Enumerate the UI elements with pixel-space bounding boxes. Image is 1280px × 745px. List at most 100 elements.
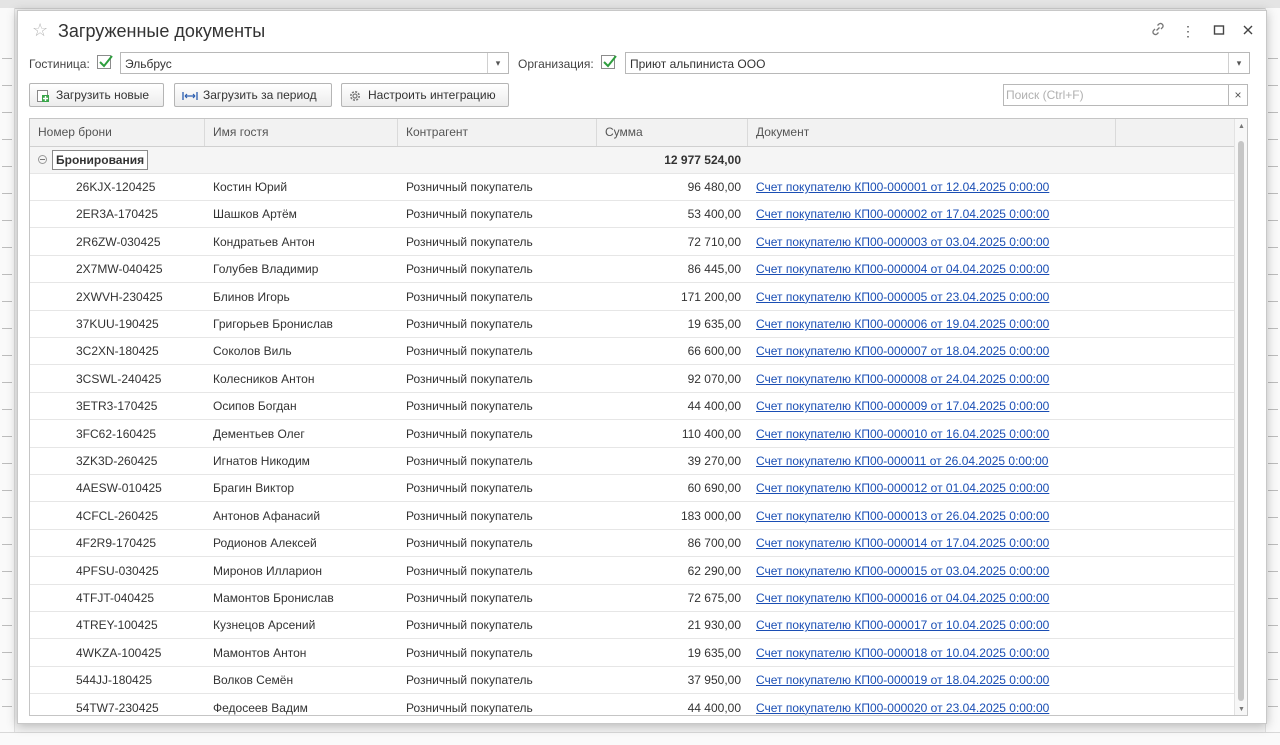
table-row[interactable]: 54TW7-230425 Федосеев Вадим Розничный поку…: [30, 695, 1235, 715]
chevron-down-icon[interactable]: ▾: [487, 53, 508, 73]
document-link[interactable]: Счет покупателю КП00-000010 от 16.04.202…: [756, 427, 1049, 441]
organization-checkbox[interactable]: [601, 55, 617, 69]
chevron-down-icon[interactable]: ▾: [1228, 53, 1249, 73]
background-row-mark: [1268, 517, 1278, 518]
load-period-button[interactable]: Загрузить за период: [174, 83, 332, 107]
contractor-cell: Розничный покупатель: [406, 207, 533, 222]
table-row[interactable]: 4AESW-010425 Брагин Виктор Розничный покуп…: [30, 475, 1235, 503]
table-row[interactable]: 2X7MW-040425 Голубев Владимир Розничный по…: [30, 256, 1235, 284]
star-icon[interactable]: ☆: [32, 20, 48, 40]
document-link[interactable]: Счет покупателю КП00-000008 от 24.04.202…: [756, 372, 1049, 386]
background-row-mark: [1268, 382, 1278, 383]
scroll-up-icon[interactable]: ▲: [1238, 123, 1245, 130]
booking-number-cell: 4TREY-100425: [76, 618, 158, 633]
column-contractor[interactable]: Контрагент: [398, 119, 597, 146]
group-label: Бронирования: [52, 150, 149, 170]
table-row[interactable]: 3C2XN-180425 Соколов Виль Розничный покупа…: [30, 338, 1235, 366]
background-row-mark: [1268, 436, 1278, 437]
document-link[interactable]: Счет покупателю КП00-000007 от 18.04.202…: [756, 344, 1049, 358]
clear-search-button[interactable]: ×: [1228, 84, 1248, 106]
document-link[interactable]: Счет покупателю КП00-000001 от 12.04.202…: [756, 180, 1049, 194]
table-row[interactable]: 3ETR3-170425 Осипов Богдан Розничный покуп…: [30, 393, 1235, 421]
contractor-cell: Розничный покупатель: [406, 454, 533, 468]
document-link-cell: Счет покупателю КП00-000012 от 01.04.202…: [756, 475, 1116, 502]
document-link[interactable]: Счет покупателю КП00-000011 от 26.04.202…: [756, 454, 1048, 468]
column-amount[interactable]: Сумма: [597, 119, 748, 146]
table-row[interactable]: 4F2R9-170425 Родионов Алексей Розничный по…: [30, 530, 1235, 558]
document-link[interactable]: Счет покупателю КП00-000002 от 17.04.202…: [756, 207, 1049, 221]
document-link[interactable]: Счет покупателю КП00-000006 от 19.04.202…: [756, 317, 1049, 331]
booking-number-cell: 26KJX-120425: [76, 180, 156, 194]
document-link[interactable]: Счет покупателю КП00-000009 от 17.04.202…: [756, 399, 1049, 413]
search-field[interactable]: [1003, 84, 1238, 106]
contractor-cell: Розничный покупатель: [406, 508, 533, 523]
guest-name-cell: Антонов Афанасий: [213, 508, 321, 523]
contractor-cell: Розничный покупатель: [406, 645, 533, 660]
document-link-cell: Счет покупателю КП00-000020 от 23.04.202…: [756, 695, 1116, 715]
hotel-select[interactable]: Эльбрус ▾: [120, 52, 509, 74]
document-link[interactable]: Счет покупателю КП00-000003 от 03.04.202…: [756, 235, 1049, 249]
link-icon[interactable]: [1148, 21, 1168, 41]
scroll-thumb[interactable]: [1238, 141, 1244, 701]
document-link-cell: Счет покупателю КП00-000015 от 03.04.202…: [756, 558, 1116, 585]
load-new-button[interactable]: Загрузить новые: [29, 83, 164, 107]
document-link[interactable]: Счет покупателю КП00-000005 от 23.04.202…: [756, 290, 1049, 304]
table-row[interactable]: 3CSWL-240425 Колесников Антон Розничный по…: [30, 366, 1235, 393]
column-booking-number[interactable]: Номер брони: [30, 119, 205, 146]
table-row[interactable]: 4CFCL-260425 Антонов Афанасий Розничный по…: [30, 503, 1235, 530]
background-row-mark: [2, 355, 12, 356]
more-vertical-icon[interactable]: ⋮: [1178, 21, 1198, 41]
table-row[interactable]: 4TFJT-040425 Мамонтов Бронислав Розничный …: [30, 585, 1235, 612]
close-icon[interactable]: [1238, 21, 1258, 41]
column-document[interactable]: Документ: [748, 119, 1116, 146]
document-link[interactable]: Счет покупателю КП00-000020 от 23.04.202…: [756, 701, 1049, 715]
background-row-mark: [2, 139, 12, 140]
column-extra: [1116, 119, 1235, 146]
search-input[interactable]: [1006, 86, 1216, 104]
title-bar: ☆ Загруженные документы ⋮: [18, 11, 1266, 51]
table-row[interactable]: 2XWVH-230425 Блинов Игорь Розничный покупа…: [30, 284, 1235, 311]
table-row[interactable]: 26KJX-120425 Костин Юрий Розничный покупат…: [30, 174, 1235, 201]
document-link[interactable]: Счет покупателю КП00-000017 от 10.04.202…: [756, 618, 1049, 632]
collapse-icon[interactable]: [38, 155, 47, 164]
table-row[interactable]: 2ER3A-170425 Шашков Артём Розничный покупа…: [30, 201, 1235, 229]
amount-cell: 171 200,00: [680, 289, 741, 304]
table-row[interactable]: 3FC62-160425 Дементьев Олег Розничный поку…: [30, 421, 1235, 448]
document-link[interactable]: Счет покупателю КП00-000016 от 04.04.202…: [756, 591, 1049, 605]
group-row-bookings[interactable]: Бронирования 12 977 524,00: [30, 147, 1235, 174]
booking-number-cell: 3CSWL-240425: [76, 371, 162, 386]
hotel-checkbox[interactable]: [97, 55, 113, 69]
guest-name-cell: Миронов Илларион: [213, 563, 323, 578]
column-guest-name[interactable]: Имя гостя: [205, 119, 398, 146]
table-row[interactable]: 4TREY-100425 Кузнецов Арсений Розничный по…: [30, 612, 1235, 640]
guest-name-cell: Григорьев Бронислав: [213, 317, 333, 331]
document-link[interactable]: Счет покупателю КП00-000014 от 17.04.202…: [756, 536, 1049, 550]
table-row[interactable]: 4WKZA-100425 Мамонтов Антон Розничный поку…: [30, 640, 1235, 667]
table-row[interactable]: 3ZK3D-260425 Игнатов Никодим Розничный пок…: [30, 448, 1235, 475]
configure-integration-button[interactable]: Настроить интеграцию: [341, 83, 509, 107]
guest-name-cell: Волков Семён: [213, 673, 294, 688]
contractor-cell: Розничный покупатель: [406, 481, 533, 496]
document-link[interactable]: Счет покупателю КП00-000018 от 10.04.202…: [756, 646, 1049, 660]
vertical-scrollbar[interactable]: ▲ ▼: [1234, 119, 1247, 715]
maximize-icon[interactable]: [1209, 21, 1229, 41]
table-row[interactable]: 544JJ-180425 Волков Семён Розничный покупа…: [30, 667, 1235, 695]
table-row[interactable]: 2R6ZW-030425 Кондратьев Антон Розничный по…: [30, 229, 1235, 256]
table-row[interactable]: 37KUU-190425 Григорьев Бронислав Розничный…: [30, 311, 1235, 338]
document-link[interactable]: Счет покупателю КП00-000004 от 04.04.202…: [756, 262, 1049, 276]
document-link[interactable]: Счет покупателю КП00-000019 от 18.04.202…: [756, 673, 1049, 687]
document-link[interactable]: Счет покупателю КП00-000012 от 01.04.202…: [756, 481, 1049, 495]
table-header: Номер брони Имя гостя Контрагент Сумма Д…: [30, 119, 1235, 147]
contractor-cell: Розничный покупатель: [406, 591, 533, 605]
background-row-mark: [1268, 598, 1278, 599]
contractor-cell: Розничный покупатель: [406, 536, 533, 551]
document-link[interactable]: Счет покупателю КП00-000013 от 26.04.202…: [756, 509, 1049, 523]
document-link[interactable]: Счет покупателю КП00-000015 от 03.04.202…: [756, 564, 1049, 578]
organization-select[interactable]: Приют альпиниста ООО ▾: [625, 52, 1250, 74]
scroll-down-icon[interactable]: ▼: [1238, 706, 1245, 713]
table-row[interactable]: 4PFSU-030425 Миронов Илларион Розничный по…: [30, 558, 1235, 585]
background-row-mark: [1268, 706, 1278, 707]
add-document-icon: [36, 88, 50, 102]
background-row-mark: [1268, 625, 1278, 626]
background-row-mark: [2, 58, 12, 59]
